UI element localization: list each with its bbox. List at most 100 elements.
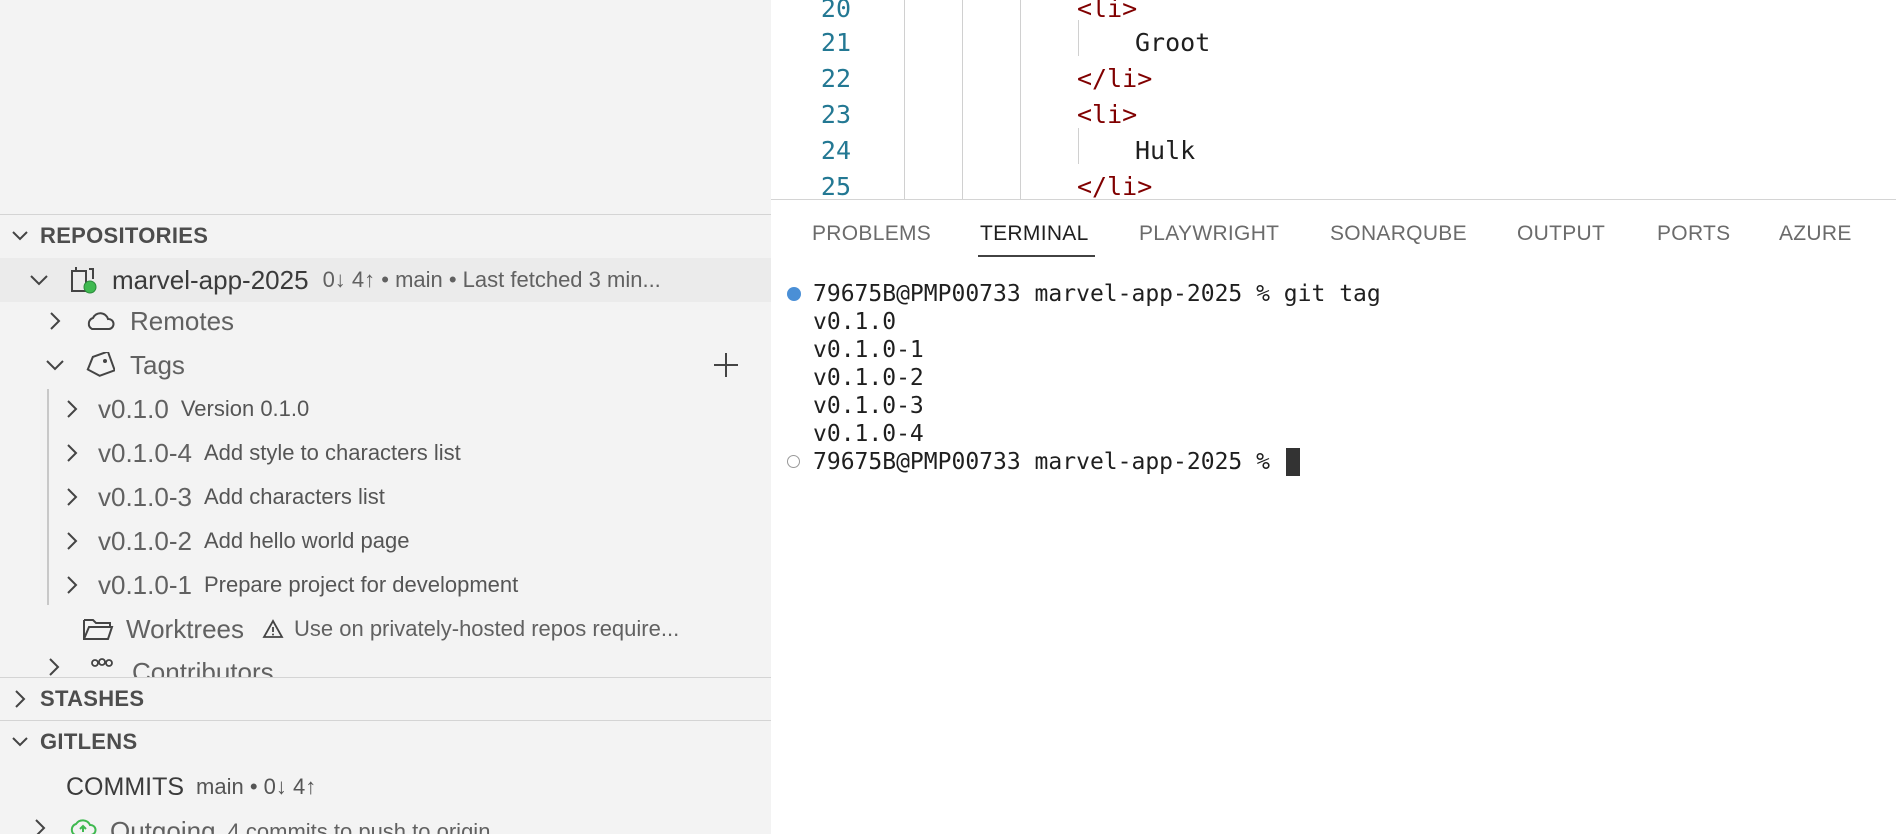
chevron-down-icon [44, 359, 66, 371]
commits-meta: main • 0↓ 4↑ [196, 774, 317, 799]
tag-message: Prepare project for development [203, 572, 519, 597]
chevron-right-icon [62, 531, 82, 551]
terminal-prompt-line: 79675B@PMP00733 marvel-app-2025 % [813, 448, 1300, 476]
stashes-header-label: STASHES [40, 686, 145, 711]
terminal-output-line: v0.1.0 [813, 309, 897, 335]
code-text: <li> [1077, 99, 1138, 129]
tab-problems[interactable]: PROBLEMS [812, 222, 931, 246]
repositories-section-header[interactable]: REPOSITORIES [0, 214, 771, 257]
warning-icon [262, 619, 284, 639]
chevron-right-icon [62, 399, 82, 419]
terminal-output-line: v0.1.0-1 [813, 337, 924, 363]
repo-row[interactable]: marvel-app-2025 0↓ 4↑ • main • Last fetc… [0, 258, 771, 302]
code-line: 20 <li> [771, 0, 1896, 26]
tag-name: v0.1.0-2 [98, 525, 192, 556]
tag-name: v0.1.0-1 [98, 569, 192, 600]
gitlens-section-header[interactable]: GITLENS [0, 720, 771, 763]
terminal-cursor [1285, 448, 1300, 476]
bottom-panel: PROBLEMS TERMINAL PLAYWRIGHT SONARQUBE O… [771, 199, 1896, 834]
tag-message: Version 0.1.0 [180, 396, 310, 421]
outgoing-meta: 4 commits to push to origin [227, 819, 491, 834]
chevron-right-icon [62, 575, 82, 595]
repo-name: marvel-app-2025 [112, 264, 309, 295]
worktrees-row[interactable]: Worktrees Use on privately-hosted repos … [0, 607, 771, 651]
terminal-prompt: 79675B@PMP00733 marvel-app-2025 % [813, 449, 1284, 475]
terminal-command-line: 79675B@PMP00733 marvel-app-2025 % git ta… [813, 281, 1381, 307]
chevron-down-icon [0, 736, 40, 748]
chevron-right-icon [30, 818, 50, 834]
sidebar: REPOSITORIES marvel-app-2025 0↓ 4↑ • mai… [0, 0, 771, 834]
contributors-label: Contributors [132, 657, 274, 677]
tab-playwright[interactable]: PLAYWRIGHT [1139, 222, 1279, 246]
code-text: </li> [1077, 171, 1153, 200]
tag-message: Add style to characters list [203, 440, 461, 465]
tag-item[interactable]: v0.1.0 Version 0.1.0 [0, 387, 771, 431]
people-icon [84, 657, 120, 677]
cloud-upload-icon [66, 816, 100, 834]
tag-item[interactable]: v0.1.0-3 Add characters list [0, 475, 771, 519]
tag-item[interactable]: v0.1.0-2 Add hello world page [0, 519, 771, 563]
chevron-right-icon [0, 689, 40, 709]
tag-item[interactable]: v0.1.0-4 Add style to characters list [0, 431, 771, 475]
contributors-row[interactable]: Contributors [0, 651, 771, 677]
line-number: 23 [820, 99, 851, 129]
tag-name: v0.1.0-4 [98, 437, 192, 468]
code-line: 22 </li> [771, 60, 1896, 96]
code-text: <li> [1077, 0, 1138, 23]
add-tag-icon[interactable] [712, 351, 740, 379]
code-editor[interactable]: 20 <li> 21 Groot 22 </li> 23 <li> 24 Hul… [771, 0, 1896, 199]
cloud-icon [82, 310, 118, 332]
repo-status: 0↓ 4↑ • main • Last fetched 3 min... [322, 267, 661, 292]
worktrees-warning: Use on privately-hosted repos require... [294, 616, 680, 641]
code-text: Groot [1135, 27, 1211, 57]
line-number: 24 [820, 135, 851, 165]
outgoing-row[interactable]: Outgoing 4 commits to push to origin [0, 812, 771, 834]
command-pending-dot[interactable] [787, 455, 800, 468]
tag-name: v0.1.0 [98, 393, 169, 424]
tag-icon [82, 352, 118, 378]
remotes-label: Remotes [130, 305, 235, 336]
repositories-header-label: REPOSITORIES [40, 223, 209, 248]
tab-terminal[interactable]: TERMINAL [980, 222, 1089, 246]
chevron-right-icon [44, 657, 64, 677]
terminal-output-line: v0.1.0-2 [813, 365, 924, 391]
tab-ports[interactable]: PORTS [1657, 222, 1730, 246]
tab-output[interactable]: OUTPUT [1517, 222, 1605, 246]
chevron-down-icon [0, 230, 40, 242]
commits-row[interactable]: COMMITS main • 0↓ 4↑ [0, 765, 771, 809]
worktrees-label: Worktrees [126, 613, 244, 644]
chevron-right-icon [62, 443, 82, 463]
tag-message: Add characters list [203, 484, 385, 509]
remotes-row[interactable]: Remotes [0, 299, 771, 343]
repo-icon [66, 265, 102, 295]
code-line: 23 <li> [771, 96, 1896, 132]
tab-azure[interactable]: AZURE [1779, 222, 1852, 246]
terminal-output-line: v0.1.0-3 [813, 393, 924, 419]
chevron-down-icon [20, 274, 58, 286]
active-tab-indicator [978, 255, 1095, 257]
line-number: 22 [820, 63, 851, 93]
code-text: </li> [1077, 63, 1153, 93]
commits-label: COMMITS [66, 772, 185, 801]
outgoing-label: Outgoing [110, 816, 216, 834]
tag-item[interactable]: v0.1.0-1 Prepare project for development [0, 563, 771, 607]
tag-name: v0.1.0-3 [98, 481, 192, 512]
stashes-section-header[interactable]: STASHES [0, 677, 771, 720]
tags-label: Tags [130, 349, 185, 380]
chevron-right-icon [44, 311, 66, 331]
code-line: 25 </li> [771, 168, 1896, 200]
code-line: 24 Hulk [771, 132, 1896, 168]
command-success-dot[interactable] [787, 287, 801, 301]
terminal-output-line: v0.1.0-4 [813, 421, 924, 447]
code-line: 21 Groot [771, 24, 1896, 60]
gitlens-header-label: GITLENS [40, 729, 138, 754]
tag-message: Add hello world page [203, 528, 410, 553]
line-number: 21 [820, 27, 851, 57]
folder-open-icon [80, 616, 116, 642]
tab-sonarqube[interactable]: SONARQUBE [1330, 222, 1467, 246]
chevron-right-icon [62, 487, 82, 507]
tags-row[interactable]: Tags [0, 343, 771, 387]
line-number: 25 [820, 171, 851, 200]
code-text: Hulk [1135, 135, 1196, 165]
line-number: 20 [820, 0, 851, 23]
